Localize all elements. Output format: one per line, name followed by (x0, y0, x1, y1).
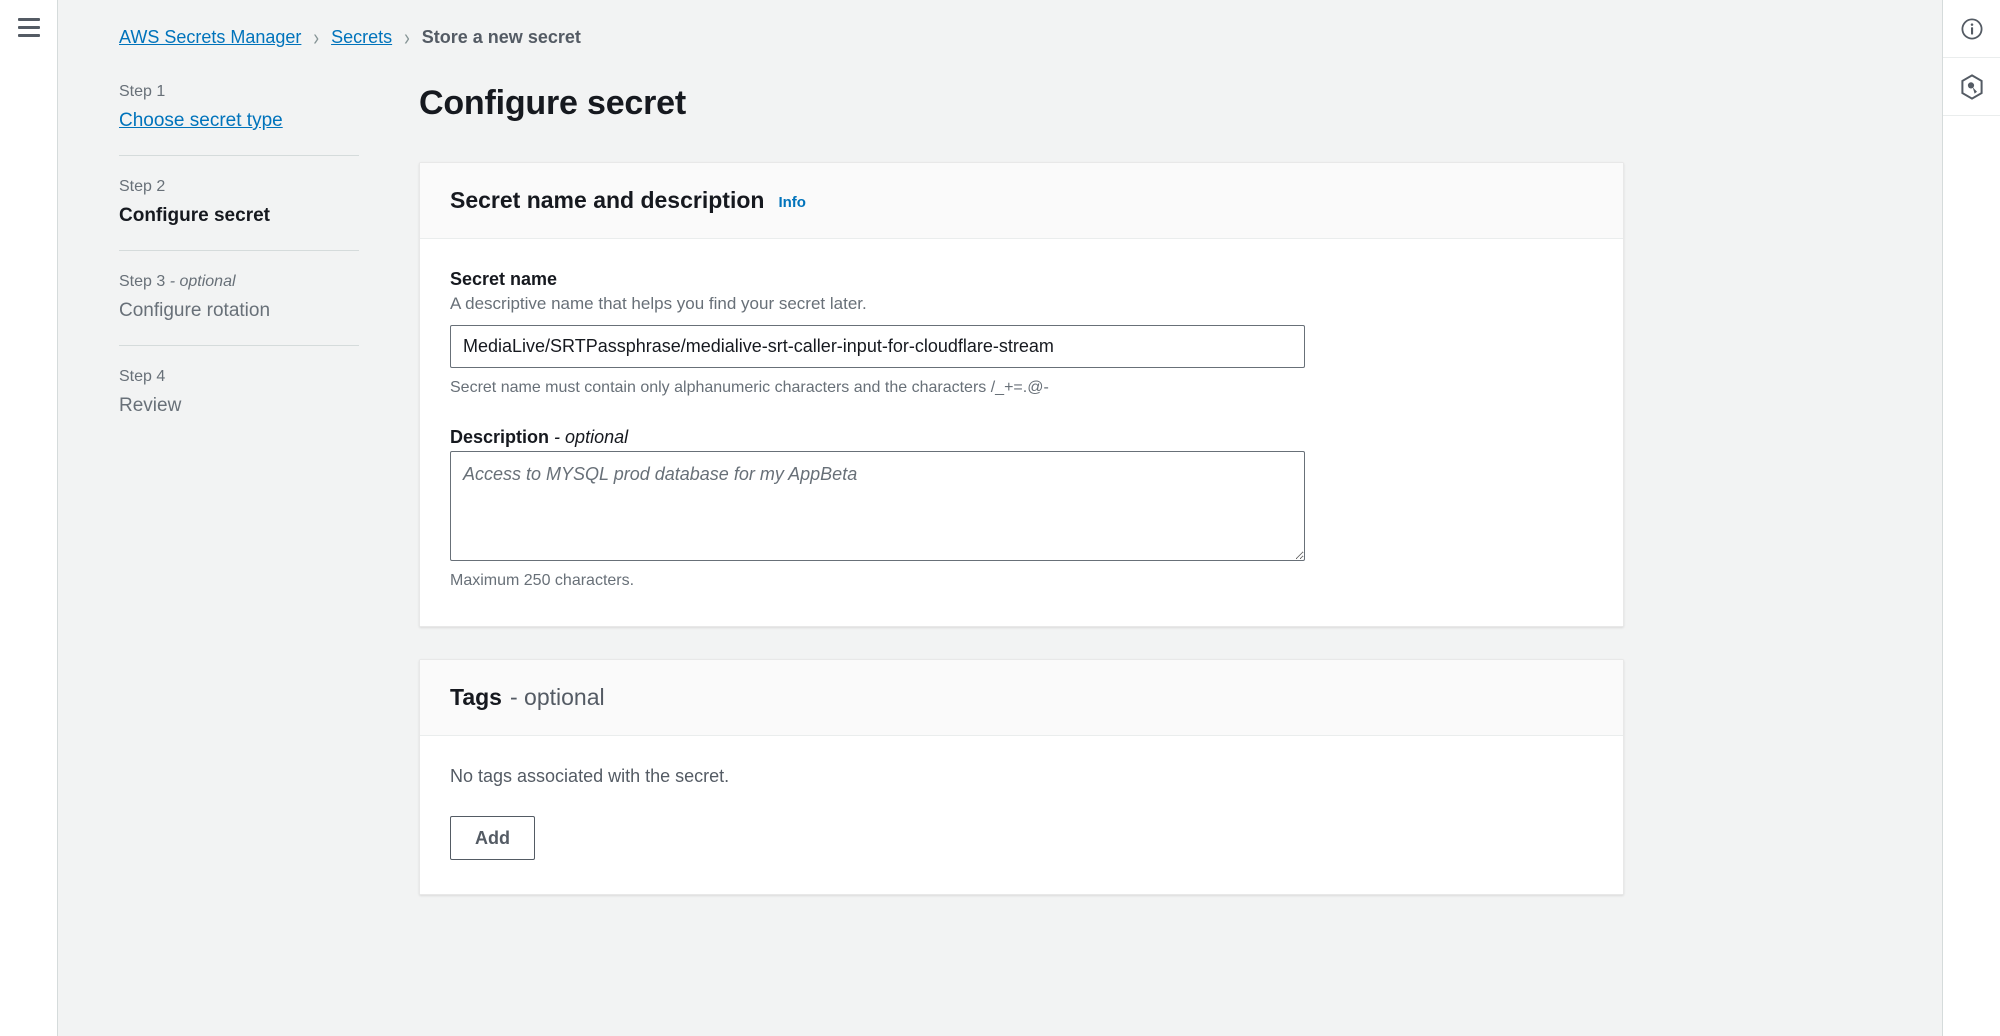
wizard-step-1: Step 1 Choose secret type (119, 82, 419, 133)
wizard-step-2-number: Step 2 (119, 178, 166, 195)
description-label: Description - optional (450, 425, 1593, 449)
hamburger-bar (17, 17, 40, 21)
description-optional-suffix: - optional (554, 427, 629, 447)
secret-name-input[interactable] (450, 325, 1305, 368)
wizard-step-3-label: Configure rotation (119, 300, 271, 321)
wizard-step-4-number: Step 4 (119, 368, 166, 385)
description-field-group: Description - optional Maximum 250 chara… (450, 425, 1593, 592)
secret-name-field-group: Secret name A descriptive name that help… (450, 267, 1593, 399)
info-link[interactable]: Info (778, 194, 806, 211)
wizard-step-divider (119, 155, 359, 156)
description-hint: Maximum 250 characters. (450, 572, 635, 589)
right-tools-rail (1942, 0, 2000, 1036)
add-tag-button[interactable]: Add (450, 816, 535, 860)
tags-section-body: No tags associated with the secret. Add (420, 736, 1623, 894)
wizard-step-3-optional: - optional (165, 273, 236, 290)
secret-name-and-description-card: Secret name and description Info Secret … (419, 162, 1624, 627)
secret-section-header: Secret name and description Info (420, 163, 1623, 239)
tags-card: Tags - optional No tags associated with … (419, 659, 1624, 895)
secret-name-description: A descriptive name that helps you find y… (450, 294, 867, 313)
secret-name-hint: Secret name must contain only alphanumer… (450, 379, 1049, 396)
help-panel-toggle[interactable] (1942, 0, 2000, 58)
breadcrumb-item-current: Store a new secret (421, 27, 581, 47)
wizard-step-1-label[interactable]: Choose secret type (119, 109, 359, 133)
hamburger-menu-icon[interactable] (14, 12, 44, 42)
left-navigation-rail (0, 0, 58, 1036)
page-content: AWS Secrets Manager › Secrets › Store a … (58, 0, 2000, 1036)
secret-section-body: Secret name A descriptive name that help… (420, 239, 1623, 626)
wizard-step-3: Step 3 - optional Configure rotation (119, 272, 419, 323)
main-form-column: Configure secret Secret name and descrip… (419, 82, 1749, 927)
wizard-step-4: Step 4 Review (119, 367, 419, 418)
breadcrumb-item-secrets[interactable]: Secrets (331, 26, 392, 48)
page-title: Configure secret (419, 84, 686, 122)
app-root: AWS Secrets Manager › Secrets › Store a … (0, 0, 2000, 1036)
wizard-step-3-number: Step 3 - optional (119, 272, 359, 292)
wizard-step-2: Step 2 Configure secret (119, 177, 419, 228)
security-panel-toggle[interactable] (1942, 58, 2000, 116)
wizard-layout: Step 1 Choose secret type Step 2 Configu… (58, 48, 2000, 927)
hamburger-bar (17, 33, 40, 37)
tags-optional-suffix: - optional (509, 684, 605, 710)
wizard-step-1-number: Step 1 (119, 83, 166, 100)
description-label-text: Description (450, 427, 550, 447)
tags-section-header: Tags - optional (420, 660, 1623, 736)
breadcrumb: AWS Secrets Manager › Secrets › Store a … (58, 0, 2000, 50)
wizard-step-3-number-text: Step 3 (119, 273, 166, 290)
hamburger-bar (17, 25, 40, 29)
breadcrumb-separator-icon: › (404, 24, 410, 50)
security-shield-icon (1960, 73, 1984, 100)
wizard-step-divider (119, 250, 359, 251)
wizard-step-divider (119, 345, 359, 346)
wizard-step-4-label: Review (119, 395, 182, 416)
info-circle-icon (1960, 17, 1984, 41)
secret-section-title: Secret name and description (450, 187, 765, 213)
tags-section-title: Tags (450, 684, 502, 710)
breadcrumb-separator-icon: › (313, 24, 320, 50)
tags-empty-message: No tags associated with the secret. (450, 766, 730, 786)
breadcrumb-item-aws-secrets-manager[interactable]: AWS Secrets Manager (119, 26, 301, 48)
secret-name-label: Secret name (450, 269, 558, 289)
wizard-steps-sidebar: Step 1 Choose secret type Step 2 Configu… (119, 82, 419, 418)
wizard-step-2-label: Configure secret (119, 205, 270, 226)
description-textarea[interactable] (450, 451, 1305, 561)
